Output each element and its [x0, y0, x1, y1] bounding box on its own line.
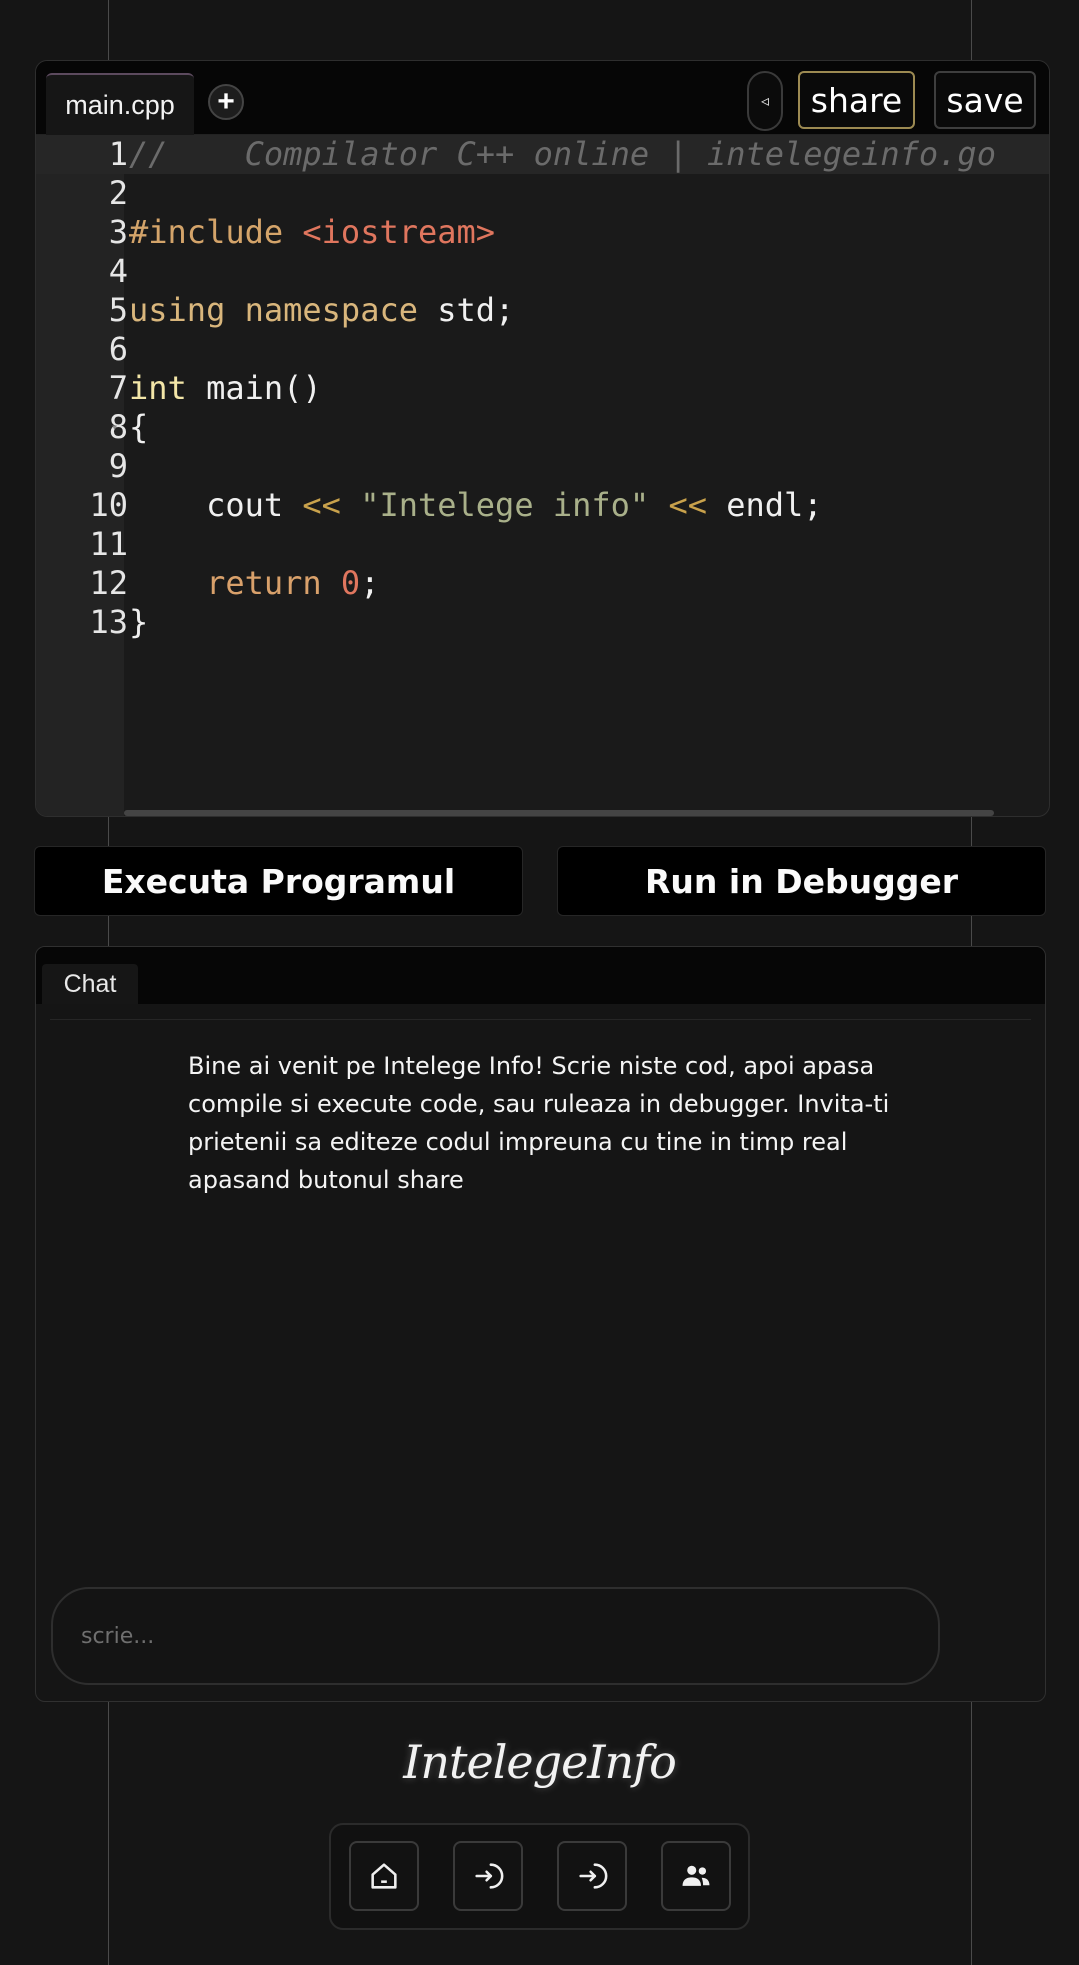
code-line[interactable]: 1// Compilator C++ online | intelegeinfo… [36, 135, 1049, 174]
code-token: <iostream> [302, 213, 496, 251]
line-number: 2 [108, 174, 128, 212]
code-token: << [668, 486, 707, 524]
code-token: std; [417, 291, 515, 329]
login-icon[interactable] [557, 1841, 627, 1911]
line-number: 11 [89, 525, 128, 563]
plus-icon[interactable]: + [208, 84, 244, 120]
code-area[interactable]: 1// Compilator C++ online | intelegeinfo… [36, 135, 1049, 808]
code-line[interactable]: 13} [36, 603, 1049, 642]
chat-welcome-message: Bine ai venit pe Intelege Info! Scrie ni… [188, 1052, 890, 1194]
brand-logo: IntelegeInfo [403, 1735, 677, 1789]
code-line[interactable]: 8 ▾{ [36, 408, 1049, 447]
code-line[interactable]: 3 #include <iostream> [36, 213, 1049, 252]
chat-header: Chat [36, 947, 1045, 1004]
line-number: 5 [108, 291, 128, 329]
line-number: 10 [89, 486, 128, 524]
code-text: using namespace std; [129, 291, 514, 330]
editor-tab-bar: main.cpp + ◃ share save [36, 61, 1049, 135]
users-icon[interactable] [661, 1841, 731, 1911]
line-number: 6 [108, 330, 128, 368]
code-text: } [129, 603, 148, 642]
horizontal-scrollbar[interactable] [124, 810, 994, 816]
tab-chat[interactable]: Chat [42, 964, 138, 1004]
code-text: cout << "Intelege info" << endl; [129, 486, 823, 525]
line-number: 1 [108, 135, 128, 173]
home-icon[interactable] [349, 1841, 419, 1911]
code-editor[interactable]: main.cpp + ◃ share save 1// Compilator C… [35, 60, 1050, 817]
code-token: cout [129, 486, 303, 524]
code-token: "Intelege info" [360, 486, 650, 524]
line-number: 7 [108, 369, 128, 407]
share-button[interactable]: share [798, 71, 915, 129]
line-number: 13 [89, 603, 128, 641]
code-text: #include <iostream> [129, 213, 495, 252]
execute-program-button[interactable]: Executa Programul [34, 846, 523, 916]
line-number: 12 [89, 564, 128, 602]
chat-divider [50, 1019, 1031, 1020]
triangle-left-icon[interactable]: ◃ [747, 71, 783, 131]
code-line[interactable]: 2 [36, 174, 1049, 213]
code-token: return [129, 564, 322, 602]
chat-panel: Chat Bine ai venit pe Intelege Info! Scr… [35, 946, 1046, 1702]
code-token: endl; [706, 486, 823, 524]
code-token: #include [129, 213, 303, 251]
code-token: { [129, 408, 149, 446]
code-text: int main() [129, 369, 322, 408]
code-token: int [129, 369, 187, 407]
code-line[interactable]: 9 [36, 447, 1049, 486]
code-text: { [129, 408, 148, 447]
code-line[interactable]: 7 int main() [36, 369, 1049, 408]
code-line[interactable]: 4 [36, 252, 1049, 291]
code-token: ; [360, 564, 380, 602]
fold-arrow-icon[interactable]: ▾ [111, 408, 118, 447]
line-number: 3 [108, 213, 128, 251]
save-button[interactable]: save [934, 71, 1036, 129]
code-line[interactable]: 6 [36, 330, 1049, 369]
code-line[interactable]: 12 return 0; [36, 564, 1049, 603]
file-tab-main-cpp[interactable]: main.cpp [46, 73, 194, 135]
chat-message-input[interactable] [51, 1587, 940, 1685]
code-line[interactable]: 10 cout << "Intelege info" << endl; [36, 486, 1049, 525]
code-token: } [129, 603, 149, 641]
code-text: // Compilator C++ online | intelegeinfo.… [129, 135, 996, 174]
code-line[interactable]: 5 using namespace std; [36, 291, 1049, 330]
code-token: main() [186, 369, 322, 407]
code-token: 0 [340, 564, 361, 602]
line-number: 4 [108, 252, 128, 290]
login-icon[interactable] [453, 1841, 523, 1911]
code-token: << [302, 486, 341, 524]
line-number: 9 [108, 447, 128, 485]
code-token: // Compilator C++ online | intelegeinfo.… [129, 135, 996, 173]
code-line[interactable]: 11 [36, 525, 1049, 564]
code-token: using namespace [129, 291, 418, 329]
code-text: return 0; [129, 564, 379, 603]
run-in-debugger-button[interactable]: Run in Debugger [557, 846, 1046, 916]
bottom-nav [329, 1823, 750, 1930]
